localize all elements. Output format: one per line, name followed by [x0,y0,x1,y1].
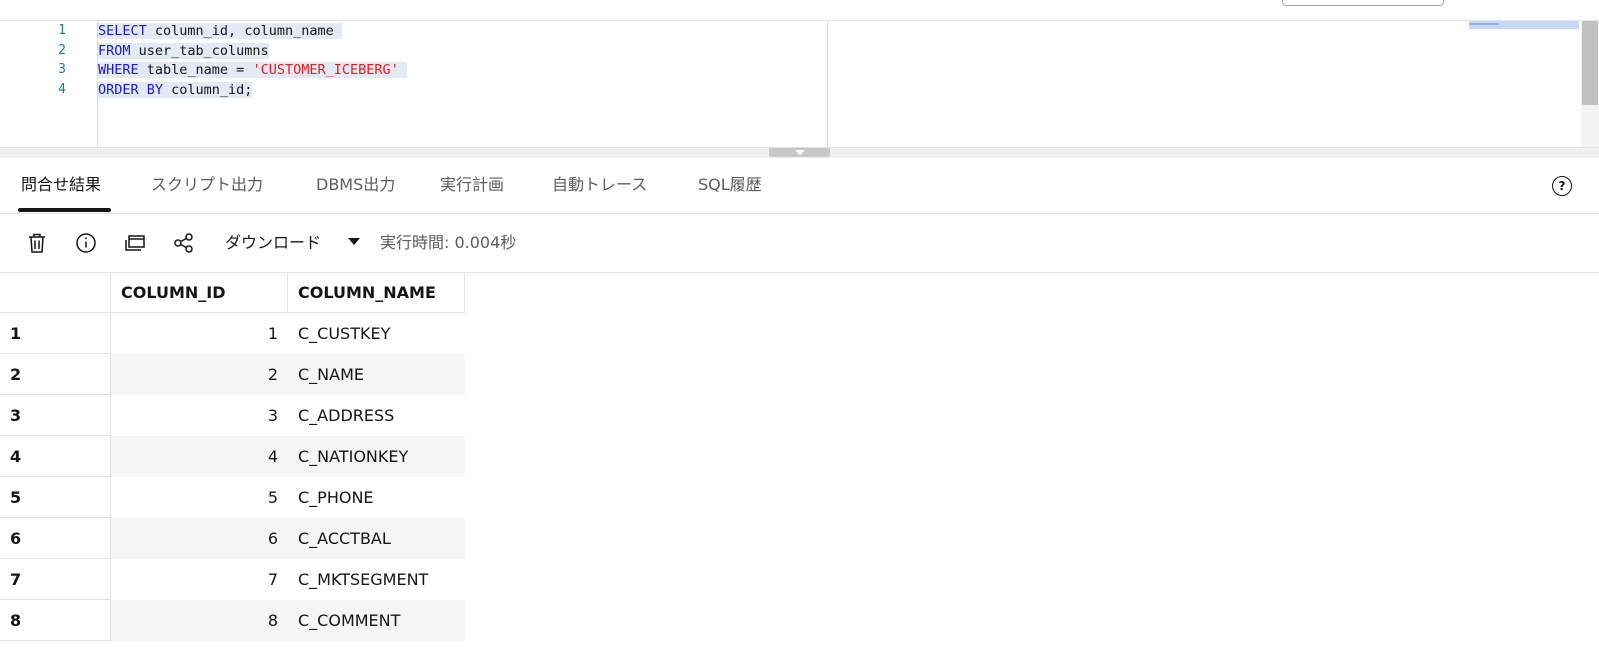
code-line[interactable]: WHERE table_name = 'CUSTOMER_ICEBERG' [98,60,407,80]
table-cell[interactable]: C_COMMENT [288,600,465,641]
window-icon[interactable] [122,230,148,256]
row-number[interactable]: 6 [0,518,111,559]
chevron-down-icon[interactable] [348,238,360,245]
table-cell[interactable]: 3 [111,395,288,436]
table-cell[interactable]: C_PHONE [288,477,465,518]
tab-query-result[interactable]: 問合せ結果 [21,158,101,213]
table-cell[interactable]: C_NAME [288,354,465,395]
table-cell[interactable]: C_ACCTBAL [288,518,465,559]
sql-string: 'CUSTOMER_ICEBERG' [252,62,399,78]
info-icon[interactable] [73,230,99,256]
table-cell[interactable]: 6 [111,518,288,559]
help-icon[interactable]: ? [1552,176,1572,196]
line-number: 3 [58,62,66,77]
row-number[interactable]: 1 [0,313,111,354]
line-number: 1 [58,23,66,38]
output-tabs: 問合せ結果 スクリプト出力 DBMS出力 実行計画 自動トレース SQL履歴 [0,158,1599,214]
editor-scrollbar-thumb[interactable] [1582,21,1598,105]
table-cell[interactable]: C_MKTSEGMENT [288,559,465,600]
result-toolbar: ダウンロード 実行時間: 0.004秒 [0,214,1599,273]
execution-time: 実行時間: 0.004秒 [380,233,517,252]
sql-text: column_id, column_name [146,23,334,39]
table-cell[interactable]: 4 [111,436,288,477]
row-number[interactable]: 7 [0,559,111,600]
share-icon[interactable] [171,230,197,256]
trash-icon[interactable] [24,230,50,256]
table-cell[interactable]: C_CUSTKEY [288,313,465,354]
column-header-column-id[interactable]: COLUMN_ID [111,273,288,313]
sql-text: column_id; [163,81,253,98]
tab-sql-history[interactable]: SQL履歴 [698,158,762,213]
sql-keyword: FROM [98,42,131,59]
table-cell[interactable]: C_NATIONKEY [288,436,465,477]
column-header-column-name[interactable]: COLUMN_NAME [288,273,465,313]
table-cell[interactable]: 1 [111,313,288,354]
table-cell[interactable]: 7 [111,559,288,600]
row-number[interactable]: 5 [0,477,111,518]
sql-text: user_tab_columns [130,42,269,59]
minimap-line [1469,23,1499,25]
download-button[interactable]: ダウンロード [225,230,321,256]
sql-keyword: ORDER BY [98,81,164,98]
sql-text: table_name = [138,62,253,78]
row-number[interactable]: 4 [0,436,111,477]
tab-script-output[interactable]: スクリプト出力 [151,158,263,213]
sql-editor[interactable]: 1 2 3 4 SELECT column_id, column_name FR… [0,21,1599,147]
active-tab-indicator [18,208,111,212]
chevron-down-icon [795,150,805,155]
line-number-gutter: 1 2 3 4 [0,21,98,147]
row-number[interactable]: 8 [0,600,111,641]
table-cell[interactable]: 2 [111,354,288,395]
row-number[interactable]: 3 [0,395,111,436]
row-number-header [0,273,111,313]
code-line[interactable]: ORDER BY column_id; [98,80,253,100]
line-number: 2 [58,42,66,58]
code-line[interactable]: FROM user_tab_columns [98,41,269,61]
table-cell[interactable]: C_ADDRESS [288,395,465,436]
tab-explain-plan[interactable]: 実行計画 [440,158,504,213]
tab-dbms-output[interactable]: DBMS出力 [316,158,395,213]
table-cell[interactable]: 8 [111,600,288,641]
top-bar [0,0,1599,21]
sql-keyword: SELECT [98,23,147,39]
tab-autotrace[interactable]: 自動トレース [552,158,647,213]
top-action-button[interactable] [1282,0,1444,6]
code-line[interactable]: SELECT column_id, column_name [98,21,342,41]
line-number: 4 [58,81,66,97]
sql-keyword: WHERE [98,62,139,78]
table-cell[interactable]: 5 [111,477,288,518]
code-area[interactable]: SELECT column_id, column_name FROM user_… [98,21,828,147]
row-number[interactable]: 2 [0,354,111,395]
